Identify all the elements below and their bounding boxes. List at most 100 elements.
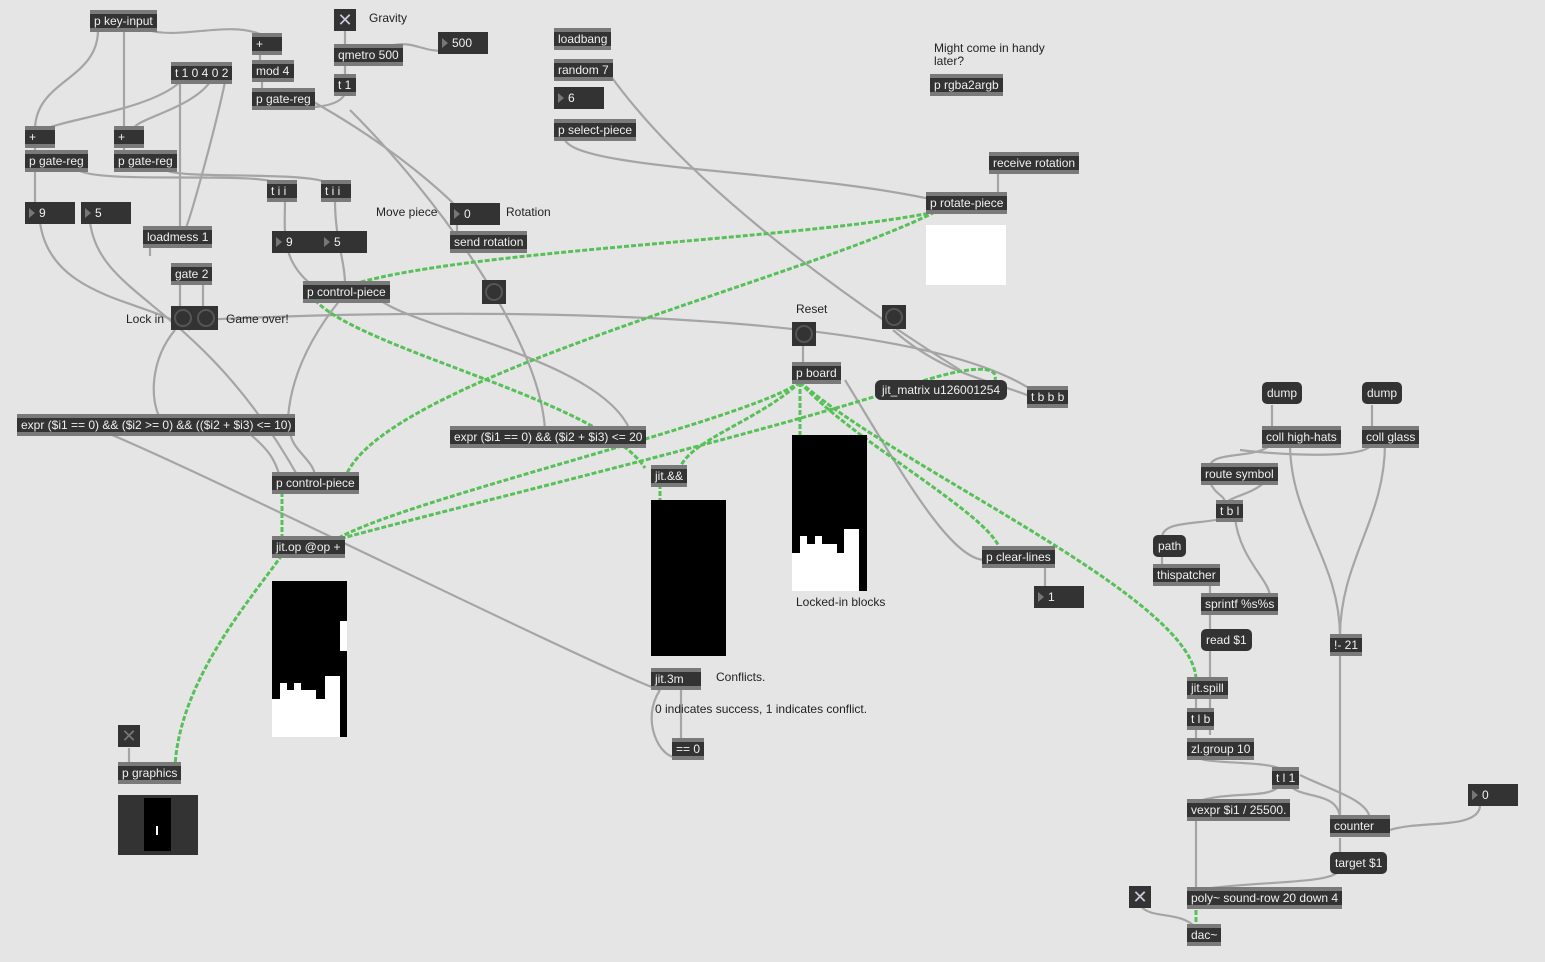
coll-high-hats-object[interactable]: coll high-hats	[1262, 426, 1341, 448]
expr-bounds-object-2[interactable]: expr ($i1 == 0) && ($i2 + $i3) <= 20	[450, 426, 647, 448]
matrix-cord	[173, 554, 284, 767]
game-over-bang[interactable]	[197, 309, 215, 327]
qmetro-object[interactable]: qmetro 500	[334, 44, 403, 66]
matrix-cord	[334, 380, 801, 542]
gate-reg-subpatcher[interactable]: p gate-reg	[252, 88, 315, 110]
dump-hihats-message[interactable]: dump	[1262, 382, 1303, 404]
patch-cord	[183, 81, 227, 231]
vexpr-object[interactable]: vexpr $i1 / 25500.	[1187, 799, 1291, 821]
trigger-object[interactable]: t 1 0 4 0 2	[171, 62, 233, 84]
loadmess-object[interactable]: loadmess 1	[143, 226, 213, 248]
graphics-toggle[interactable]: ✕	[118, 725, 140, 747]
x-toggle-icon: ✕	[337, 10, 353, 30]
gate-reg-mid-subpatcher[interactable]: p gate-reg	[114, 150, 177, 172]
move-x-number[interactable]: 9	[272, 231, 320, 253]
control-piece-subpatcher[interactable]: p control-piece	[303, 281, 390, 303]
gravity-label: Gravity	[369, 11, 408, 25]
patch-cord	[379, 299, 632, 431]
bang-button-right[interactable]	[882, 305, 906, 329]
rotate-piece-subpatcher[interactable]: p rotate-piece	[926, 192, 1008, 214]
block-fill	[807, 544, 815, 553]
random-value-number[interactable]: 6	[554, 87, 604, 109]
bang-button[interactable]	[482, 280, 506, 304]
read-message[interactable]: read $1	[1201, 629, 1252, 651]
counter-object[interactable]: counter	[1330, 815, 1390, 837]
loadbang-object[interactable]: loadbang	[554, 28, 612, 50]
rotation-number[interactable]: 0	[450, 203, 500, 225]
coll-glass-object[interactable]: coll glass	[1362, 426, 1420, 448]
trigger-lb-object[interactable]: t l b	[1187, 708, 1215, 730]
patch-cord	[244, 429, 282, 478]
trigger-bl-object[interactable]: t b l	[1216, 500, 1244, 522]
jit-and-object[interactable]: jit.&&	[651, 465, 688, 487]
trigger-ii-right[interactable]: t i i	[321, 180, 351, 202]
block-fill	[844, 529, 859, 553]
patch-cord	[165, 169, 331, 186]
thispatcher-object[interactable]: thispatcher	[1153, 564, 1220, 586]
patch-cord	[1288, 442, 1342, 638]
counter-output-number[interactable]: 0	[1468, 784, 1518, 806]
x-number-left[interactable]: 9	[25, 202, 75, 224]
patch-cord	[349, 109, 547, 431]
preview-screen	[144, 798, 171, 851]
jit-spill-object[interactable]: jit.spill	[1187, 677, 1228, 699]
graphics-subpatcher[interactable]: p graphics	[118, 762, 182, 784]
board-subpatcher[interactable]: p board	[792, 362, 841, 384]
select-piece-subpatcher[interactable]: p select-piece	[554, 119, 637, 141]
add-object-mid[interactable]: +	[114, 126, 144, 148]
add-object[interactable]: +	[252, 33, 282, 55]
gate-reg-left-subpatcher[interactable]: p gate-reg	[25, 150, 88, 172]
x-toggle-icon: ✕	[1132, 887, 1148, 907]
path-message[interactable]: path	[1153, 535, 1187, 557]
locked-in-matrix-display	[792, 435, 867, 591]
target-message[interactable]: target $1	[1330, 852, 1388, 874]
trigger-1-object[interactable]: t 1	[334, 74, 356, 96]
sprintf-object[interactable]: sprintf %s%s	[1201, 593, 1279, 615]
matrix-cord	[281, 393, 881, 557]
key-input-subpatcher[interactable]: p key-input	[90, 10, 157, 32]
bang-circle-icon	[885, 308, 903, 326]
mod-4-object[interactable]: mod 4	[252, 60, 294, 82]
bang-circle-icon	[795, 325, 813, 343]
gravity-toggle[interactable]: ✕	[334, 9, 356, 31]
patch-cord	[1299, 774, 1372, 821]
rgba2argb-subpatcher[interactable]: p rgba2argb	[930, 74, 1003, 96]
cleared-lines-number[interactable]: 1	[1034, 586, 1084, 608]
jit-op-add-object[interactable]: jit.op @op +	[272, 536, 345, 558]
dac-object[interactable]: dac~	[1187, 924, 1222, 946]
random-7-object[interactable]: random 7	[554, 59, 613, 81]
move-y-number[interactable]: 5	[320, 231, 367, 253]
block-fill	[792, 553, 859, 591]
jit-3m-object[interactable]: jit.3m	[651, 668, 701, 690]
dump-glass-message[interactable]: dump	[1362, 382, 1403, 404]
lock-in-bang[interactable]	[174, 309, 192, 327]
qmetro-interval-number[interactable]: 500	[438, 32, 488, 54]
reverse-subtract-21-object[interactable]: !- 21	[1330, 634, 1363, 656]
gate-2-object[interactable]: gate 2	[171, 263, 213, 285]
trigger-l1-object[interactable]: t l 1	[1272, 767, 1300, 789]
poly-sound-row-object[interactable]: poly~ sound-row 20 down 4	[1187, 887, 1343, 909]
block-fill	[294, 683, 301, 699]
patch-cord	[1338, 442, 1387, 638]
audio-toggle[interactable]: ✕	[1129, 886, 1151, 908]
lock-in-label: Lock in	[126, 312, 165, 326]
route-symbol-object[interactable]: route symbol	[1201, 463, 1278, 485]
clear-lines-subpatcher[interactable]: p clear-lines	[982, 546, 1055, 568]
conflicts-label: Conflicts.	[716, 670, 766, 684]
trigger-ii-left[interactable]: t i i	[267, 180, 297, 202]
locked-in-blocks-label: Locked-in blocks	[796, 595, 886, 609]
zl-group-object[interactable]: zl.group 10	[1187, 738, 1255, 760]
equals-zero-object[interactable]: == 0	[672, 738, 705, 760]
control-piece-subpatcher-2[interactable]: p control-piece	[272, 472, 359, 494]
y-number-left[interactable]: 5	[81, 202, 131, 224]
expr-bounds-object[interactable]: expr ($i1 == 0) && ($i2 >= 0) && (($i2 +…	[17, 414, 296, 436]
send-rotation-object[interactable]: send rotation	[450, 231, 528, 253]
receive-rotation-object[interactable]: receive rotation	[989, 152, 1080, 174]
add-object-left[interactable]: +	[25, 126, 55, 148]
reset-bang[interactable]	[792, 322, 816, 346]
block-fill	[340, 621, 347, 651]
preview-piece	[156, 826, 158, 835]
patch-cord	[286, 299, 341, 419]
trigger-bbb-object[interactable]: t b b b	[1027, 386, 1069, 408]
lock-in-game-over-bangs	[171, 306, 218, 330]
